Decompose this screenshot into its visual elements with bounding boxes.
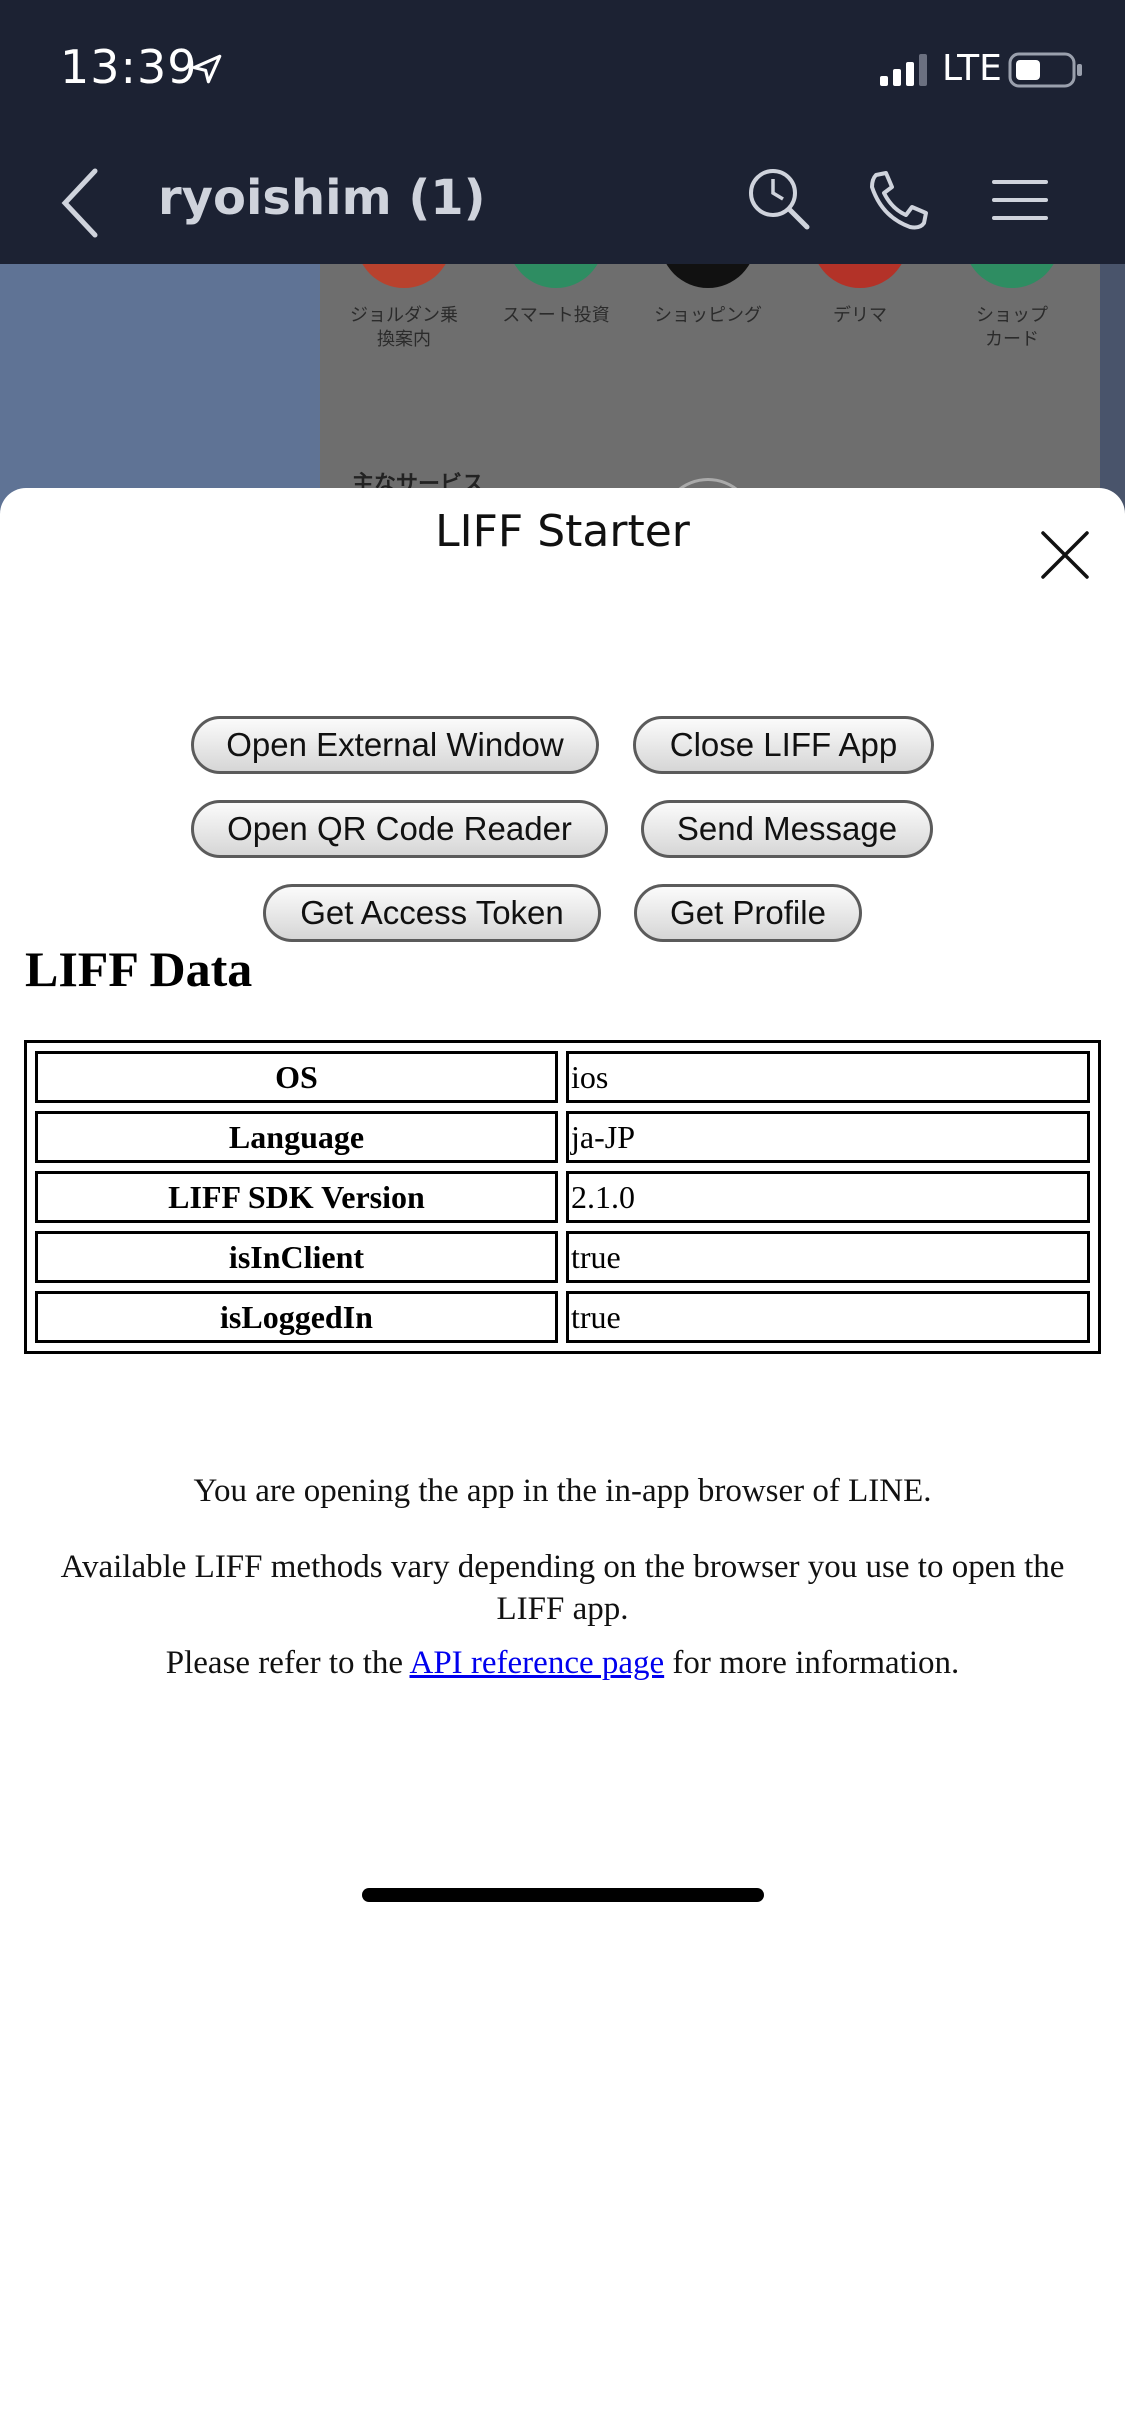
- status-bar: 13:39 LTE: [0, 0, 1125, 140]
- row-key: LIFF SDK Version: [35, 1171, 558, 1223]
- sheet-title: LIFF Starter: [435, 506, 690, 557]
- chat-header: ryoishim (1): [0, 140, 1125, 264]
- open-external-window-button[interactable]: Open External Window: [191, 716, 599, 774]
- table-row: LIFF SDK Version 2.1.0: [35, 1171, 1090, 1223]
- service-label: スマート投資: [502, 305, 610, 326]
- row-value: 2.1.0: [566, 1171, 1090, 1223]
- table-row: OS ios: [35, 1051, 1090, 1103]
- liff-data-table: OS ios Language ja-JP LIFF SDK Version 2…: [24, 1040, 1101, 1354]
- get-profile-button[interactable]: Get Profile: [634, 884, 862, 942]
- liff-methods-notice: Available LIFF methods vary depending on…: [60, 1549, 1065, 1627]
- search-icon[interactable]: [745, 165, 815, 235]
- phone-icon[interactable]: [862, 165, 932, 235]
- liff-data-heading: LIFF Data: [25, 941, 253, 997]
- api-reference-link[interactable]: API reference page: [409, 1645, 664, 1681]
- menu-icon[interactable]: [990, 170, 1050, 230]
- api-reference-notice: Please refer to the API reference page f…: [40, 1642, 1085, 1684]
- location-arrow-icon: [192, 54, 222, 84]
- chat-background: ジョルダン乗 換案内 スマート投資 ショッピング デリマ ショップ カード 主な…: [0, 264, 1125, 514]
- notice-prefix: Please refer to the: [165, 1645, 410, 1681]
- home-indicator: [362, 1888, 764, 1902]
- close-icon[interactable]: [1040, 530, 1090, 580]
- service-label: デリマ: [833, 305, 887, 326]
- row-value: ja-JP: [566, 1111, 1090, 1163]
- row-value: true: [566, 1291, 1090, 1343]
- battery-icon: [1008, 52, 1082, 88]
- chat-wallpaper: [0, 264, 320, 514]
- notice-suffix: for more information.: [664, 1645, 960, 1681]
- open-qr-code-reader-button[interactable]: Open QR Code Reader: [191, 800, 608, 858]
- get-access-token-button[interactable]: Get Access Token: [263, 884, 601, 942]
- in-app-browser-notice: You are opening the app in the in-app br…: [193, 1473, 932, 1509]
- send-message-button[interactable]: Send Message: [641, 800, 933, 858]
- table-row: isInClient true: [35, 1231, 1090, 1283]
- status-time: 13:39: [60, 40, 198, 94]
- row-key: Language: [35, 1111, 558, 1163]
- table-row: isLoggedIn true: [35, 1291, 1090, 1343]
- row-value: ios: [566, 1051, 1090, 1103]
- row-key: isLoggedIn: [35, 1291, 558, 1343]
- row-value: true: [566, 1231, 1090, 1283]
- row-key: isInClient: [35, 1231, 558, 1283]
- service-label: ジョルダン乗 換案内: [350, 305, 458, 350]
- row-key: OS: [35, 1051, 558, 1103]
- table-row: Language ja-JP: [35, 1111, 1090, 1163]
- close-liff-app-button[interactable]: Close LIFF App: [633, 716, 934, 774]
- service-label: ショップ カード: [976, 305, 1048, 350]
- cellular-signal-icon: [880, 54, 927, 86]
- service-label: ショッピング: [654, 305, 762, 326]
- network-type: LTE: [942, 48, 1002, 89]
- chat-title: ryoishim (1): [158, 170, 486, 226]
- back-chevron-icon[interactable]: [55, 165, 105, 241]
- liff-sheet: LIFF Starter Open External Window Close …: [0, 488, 1125, 2436]
